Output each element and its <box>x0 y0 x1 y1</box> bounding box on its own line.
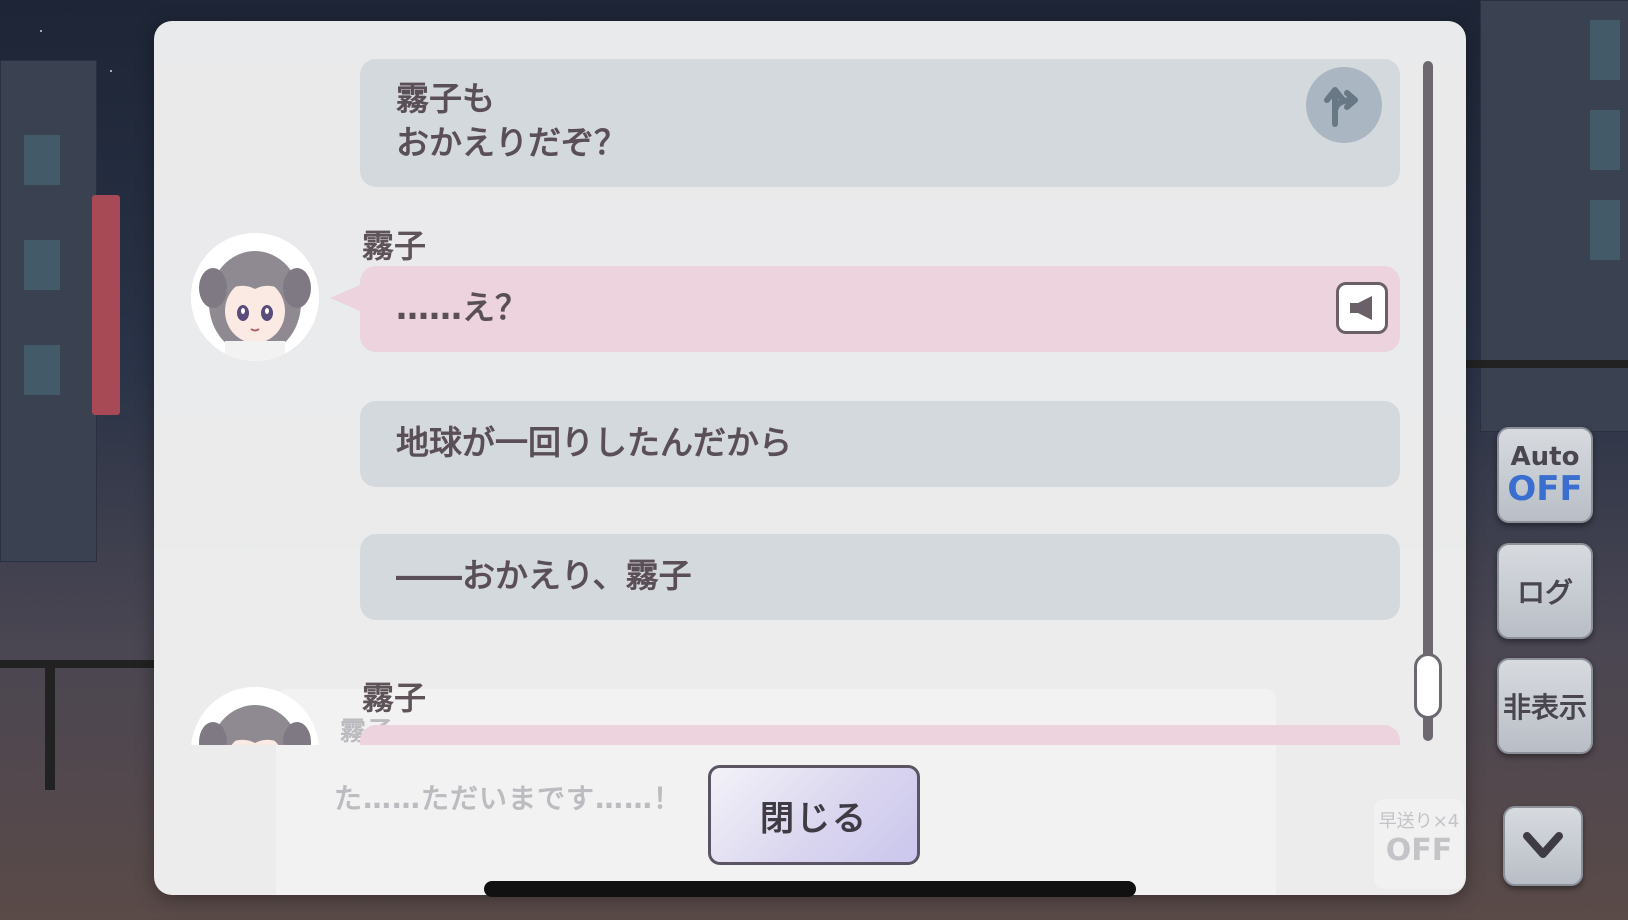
speaker-name: 霧子 <box>362 227 427 265</box>
speaker-name: 霧子 <box>362 679 427 717</box>
log-entry-narration: 地球が一回りしたんだから <box>360 401 1400 487</box>
railing <box>0 660 154 668</box>
auto-toggle-button[interactable]: Auto OFF <box>1497 427 1593 523</box>
building-window <box>1590 110 1620 170</box>
star <box>40 30 42 32</box>
auto-label: Auto <box>1510 442 1580 472</box>
railing <box>1466 360 1628 368</box>
log-entry-line: 地球が一回りしたんだから <box>396 423 792 462</box>
building-window <box>24 135 60 185</box>
street-sign <box>92 195 120 415</box>
speech-bubble-tail <box>330 285 360 311</box>
building-window <box>1590 200 1620 260</box>
home-indicator <box>484 881 1136 897</box>
log-entry-line: ――おかえり、霧子 <box>396 556 692 595</box>
background-dialog-text: た……ただいまです……！ <box>334 782 683 815</box>
building-window <box>24 345 60 395</box>
log-button[interactable]: ログ <box>1497 543 1593 639</box>
chevron-down-icon <box>1523 832 1563 858</box>
log-entry-speech: ……え？ <box>360 266 1400 352</box>
building-window <box>24 240 60 290</box>
close-button[interactable]: 閉じる <box>708 765 920 865</box>
speaker-avatar <box>191 687 319 745</box>
branch-choice-icon <box>1306 67 1382 143</box>
scroll-down-button[interactable] <box>1503 806 1583 886</box>
star <box>110 70 112 72</box>
log-entry-line: 霧子も <box>396 79 495 118</box>
hide-ui-button[interactable]: 非表示 <box>1497 658 1593 754</box>
log-entry-line: おかえりだぞ？ <box>396 123 627 162</box>
railing-post <box>45 660 55 790</box>
voice-play-icon[interactable] <box>1336 282 1388 334</box>
log-entry-narration: 霧子も おかえりだぞ？ <box>360 59 1400 187</box>
scrollbar-track[interactable] <box>1423 61 1433 741</box>
speaker-avatar <box>191 233 319 361</box>
log-entry-speech <box>360 725 1400 745</box>
hide-button-label: 非表示 <box>1502 691 1587 724</box>
fast-forward-state: OFF <box>1385 833 1453 868</box>
log-panel: た……ただいまです……！ 霧子 早送り×4 OFF 霧子も おかえりだぞ？ <box>154 21 1466 895</box>
log-scroll-area[interactable]: 霧子も おかえりだぞ？ 霧子 ……え？ 地球が一回りしたんだから ――おかえり、… <box>154 21 1444 745</box>
fast-forward-label: 早送り×4 <box>1378 811 1460 832</box>
background-fast-forward-button: 早送り×4 OFF <box>1374 799 1464 889</box>
log-entry-narration: ――おかえり、霧子 <box>360 534 1400 620</box>
log-button-label: ログ <box>1516 576 1573 609</box>
auto-state: OFF <box>1507 469 1583 509</box>
log-entry-line: ……え？ <box>396 288 528 327</box>
building-window <box>1590 20 1620 80</box>
scrollbar-thumb[interactable] <box>1414 653 1442 719</box>
